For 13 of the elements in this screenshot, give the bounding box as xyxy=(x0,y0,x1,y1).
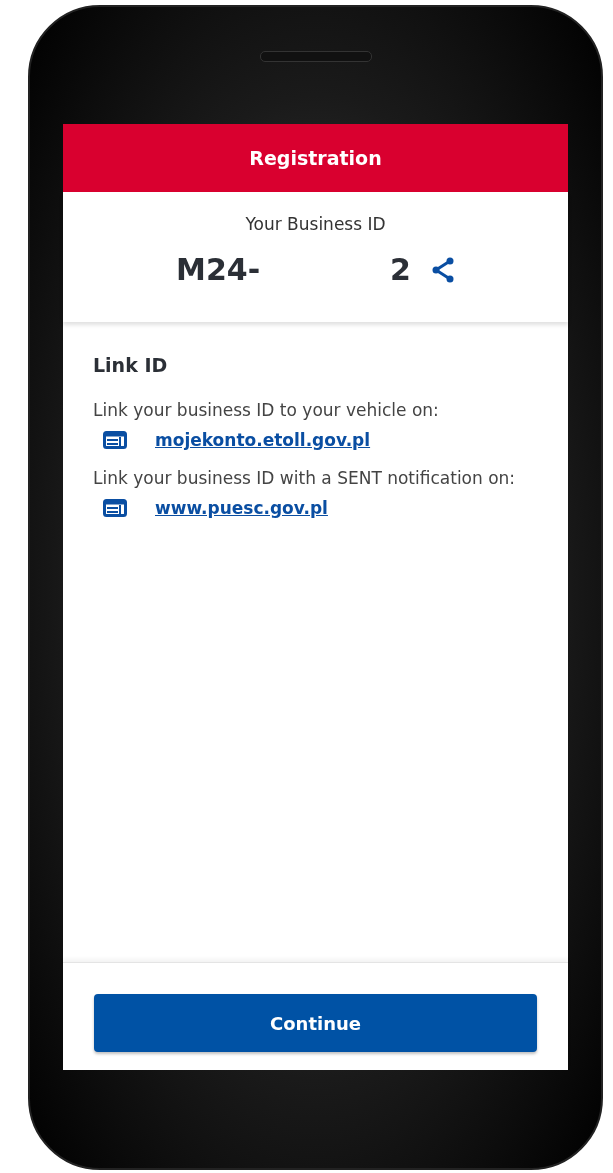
business-id-start: M24- xyxy=(176,252,261,287)
share-icon[interactable] xyxy=(430,256,455,283)
website-link[interactable]: www.puesc.gov.pl xyxy=(155,498,328,518)
id-label: Your Business ID xyxy=(245,214,386,234)
business-id-end: 2 xyxy=(390,252,411,287)
website-link[interactable]: mojekonto.etoll.gov.pl xyxy=(155,430,371,450)
browser-window-icon xyxy=(103,431,127,449)
screen-title: Registration xyxy=(63,124,568,192)
continue-button[interactable]: Continue xyxy=(94,994,537,1052)
section-title: Link ID xyxy=(93,354,169,376)
browser-window-icon xyxy=(103,499,127,517)
instruction-text: Link your business ID to your vehicle on: xyxy=(93,399,440,422)
instruction-text: Link your business ID with a SENT notification on: xyxy=(93,467,517,490)
